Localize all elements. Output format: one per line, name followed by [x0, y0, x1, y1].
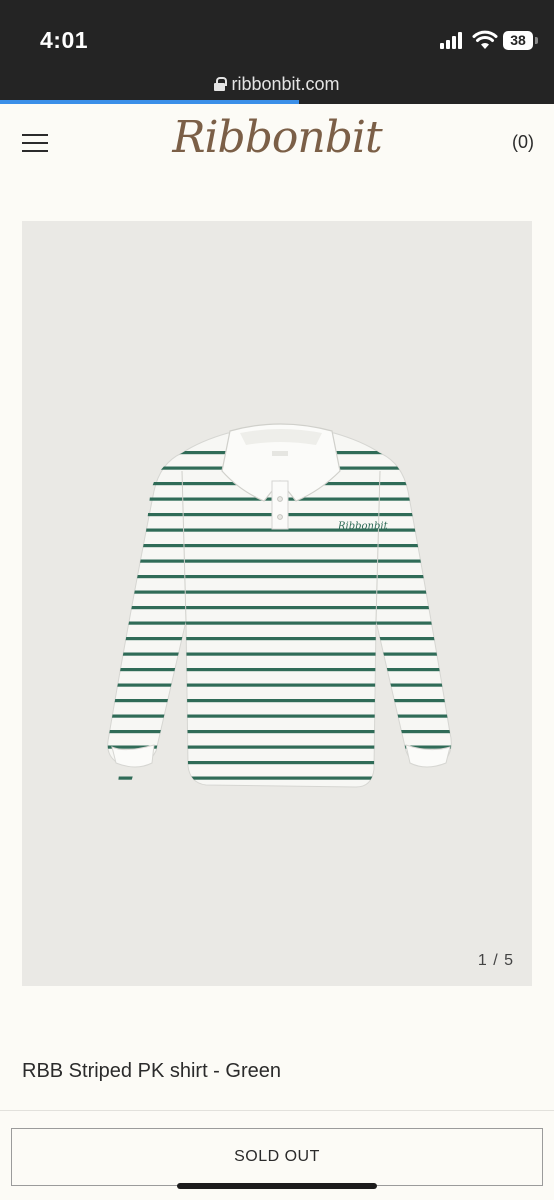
sold-out-button[interactable]: SOLD OUT [11, 1128, 543, 1186]
product-photo: Ribbonbit [100, 423, 452, 788]
address-bar[interactable]: ribbonbit.com [0, 74, 554, 95]
image-counter: 1 / 5 [477, 952, 514, 969]
shirt-stripe [100, 621, 452, 625]
cart-link[interactable]: (0) [512, 132, 534, 153]
shirt-stripe [100, 668, 452, 672]
home-indicator [177, 1183, 377, 1189]
shirt-stripe [100, 544, 452, 548]
clock: 4:01 [40, 27, 89, 53]
shirt-stripe [100, 761, 452, 765]
shirt-stripe [100, 575, 452, 579]
battery-tip [535, 37, 538, 44]
browser-chrome: 4:01 38 ribbonbit.com [0, 0, 554, 104]
shirt-stripe [100, 559, 452, 563]
page-load-progress [0, 100, 300, 104]
product-title: RBB Striped PK shirt - Green [22, 1060, 281, 1082]
shirt-stripe [100, 590, 452, 594]
shirt-stripe [100, 714, 452, 718]
shirt-stripe [100, 776, 452, 780]
lock-icon [214, 77, 228, 91]
shirt-stripe [100, 652, 452, 656]
battery-icon: 38 [503, 31, 533, 50]
shirt-embroidery: Ribbonbit [337, 521, 389, 532]
shirt-stripe [100, 699, 452, 703]
shirt-stripe [100, 730, 452, 734]
shirt-stripe [100, 606, 452, 610]
shirt-stripe [100, 637, 452, 641]
site-logo[interactable]: Ribbonbit [0, 112, 554, 163]
signal-icon [440, 32, 466, 49]
url-text: ribbonbit.com [231, 74, 340, 94]
shirt-stripe [100, 683, 452, 687]
product-image-gallery[interactable]: Ribbonbit 1 / 5 [22, 221, 532, 986]
wifi-icon [472, 30, 498, 49]
